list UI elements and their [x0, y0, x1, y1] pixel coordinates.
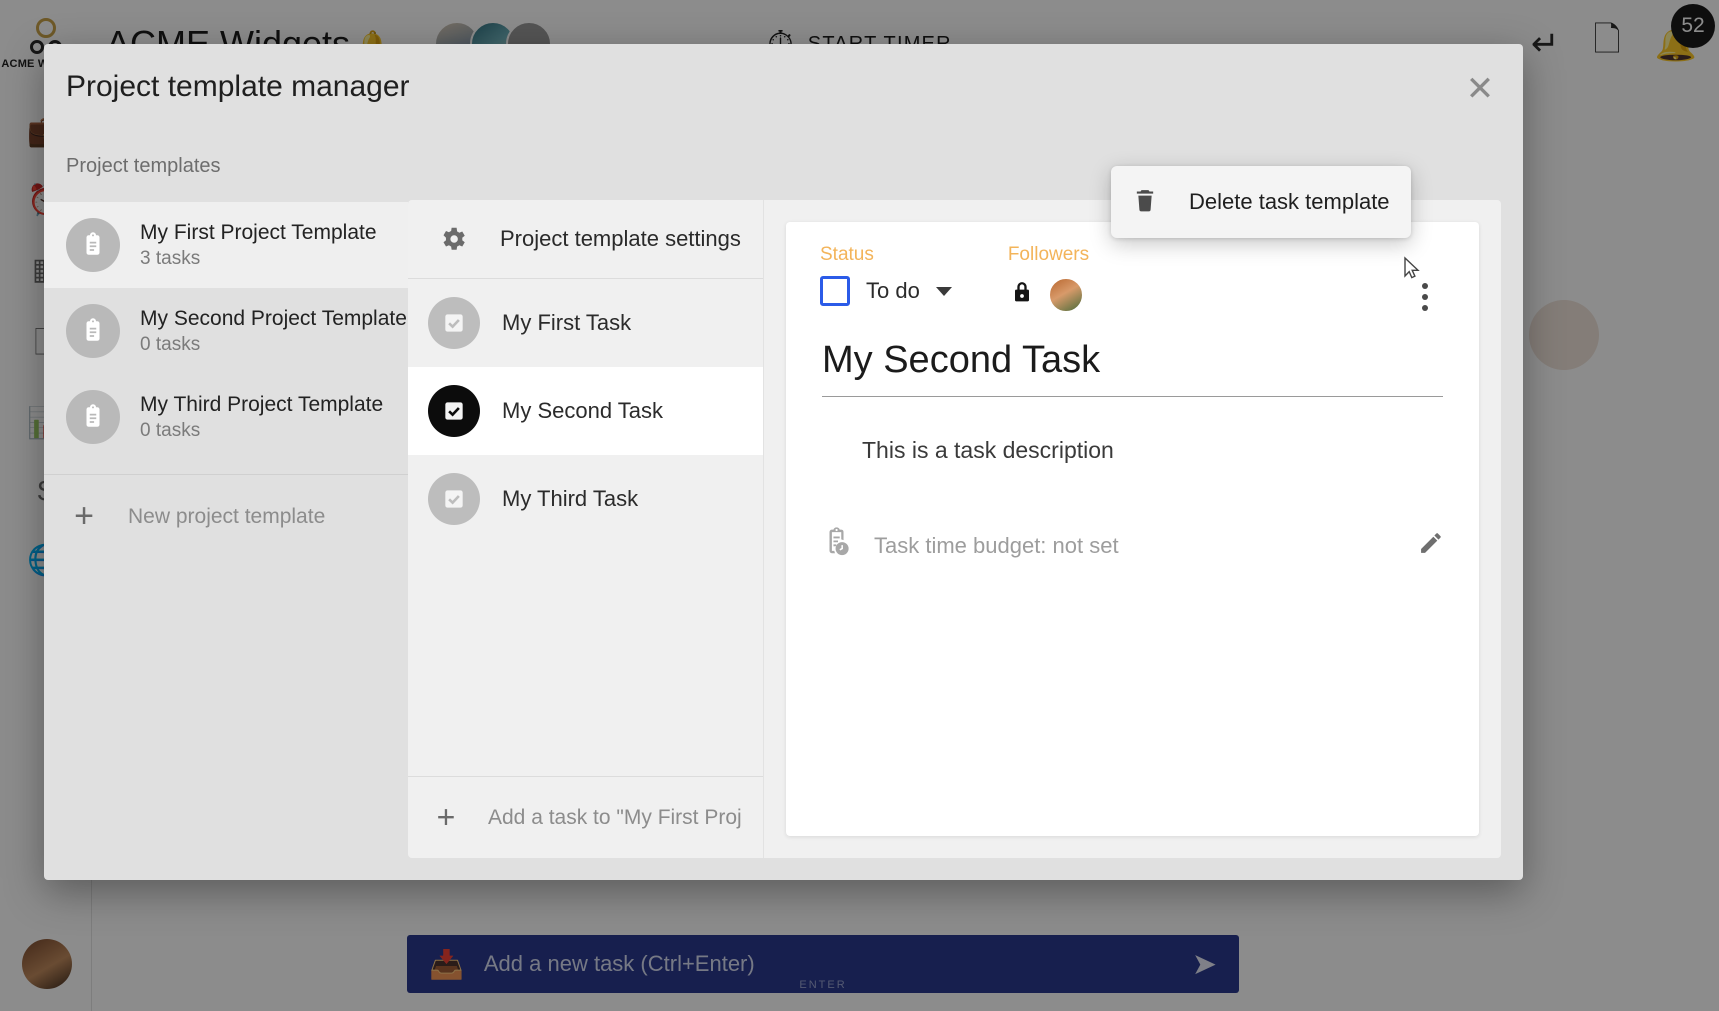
mouse-cursor [1404, 256, 1420, 279]
project-template-manager-modal: Project template manager ✕ Project templ… [44, 44, 1523, 880]
project-template-name: My First Project Template [140, 220, 377, 244]
clipboard-icon [66, 218, 120, 272]
task-detail-wrapper: Status To do Followers My Second Task Th… [764, 200, 1501, 858]
project-template-task-count: 0 tasks [140, 333, 201, 355]
project-template-settings-label: Project template settings [500, 226, 741, 251]
add-task-label: Add a task to "My First Proj [488, 805, 742, 829]
project-templates-heading: Project templates [66, 154, 221, 177]
project-templates-list: My First Project Template 3 tasks My Sec… [44, 202, 408, 880]
task-title-field-wrapper: My Second Task [820, 339, 1445, 397]
clipboard-icon [66, 304, 120, 358]
gear-icon [428, 224, 478, 254]
status-checkbox-icon[interactable] [820, 276, 850, 306]
trash-x-icon [1131, 185, 1159, 220]
task-list-item-label: My Second Task [502, 398, 664, 423]
project-template-name: My Third Project Template [140, 392, 384, 416]
chevron-down-icon [935, 286, 952, 296]
delete-task-template-label: Delete task template [1189, 189, 1390, 214]
followers-block: Followers [1008, 244, 1089, 313]
task-list-item[interactable]: My Second Task [408, 367, 763, 455]
task-list-item[interactable]: My First Task [408, 279, 763, 367]
new-project-template-button[interactable]: + New project template [44, 475, 408, 558]
status-block: Status To do [820, 244, 952, 306]
followers-label: Followers [1007, 244, 1090, 265]
task-meta-row: Status To do Followers [820, 244, 1445, 313]
new-project-template-label: New project template [128, 504, 326, 528]
project-template-texts: My Third Project Template 0 tasks [140, 393, 383, 442]
modal-header: Project template manager ✕ [44, 44, 1523, 130]
avatar[interactable] [1047, 276, 1084, 313]
task-time-budget-row[interactable]: Task time budget: not set [820, 526, 1445, 565]
plus-icon: + [436, 799, 456, 835]
modal-body: Project templates My First Project Templ… [44, 130, 1523, 880]
project-template-item[interactable]: My Third Project Template 0 tasks [44, 374, 408, 460]
delete-task-template-menu-item[interactable]: Delete task template [1111, 166, 1411, 238]
task-detail-card: Status To do Followers My Second Task Th… [786, 222, 1479, 836]
clipboard-clock-icon [820, 526, 854, 565]
project-template-texts: My First Project Template 3 tasks [140, 221, 377, 270]
pencil-icon[interactable] [1417, 529, 1445, 562]
task-list-panel: Project template settings My First Task … [408, 200, 764, 858]
lock-icon [1008, 276, 1036, 313]
add-task-button[interactable]: + Add a task to "My First Proj [408, 776, 763, 858]
project-template-name: My Second Project Template [140, 306, 407, 330]
project-template-settings-button[interactable]: Project template settings [408, 200, 763, 279]
task-title-field[interactable]: My Second Task [822, 339, 1443, 397]
task-checkbox[interactable] [428, 473, 480, 525]
project-template-item[interactable]: My First Project Template 3 tasks [44, 202, 408, 288]
task-list-item-label: My Third Task [502, 486, 639, 511]
task-checkbox[interactable] [428, 385, 480, 437]
modal-title: Project template manager [66, 70, 410, 103]
project-templates-panel: Project templates My First Project Templ… [44, 130, 408, 880]
plus-icon: + [74, 497, 94, 535]
clipboard-icon [66, 390, 120, 444]
task-list-item[interactable]: My Third Task [408, 455, 763, 543]
template-detail-panel: Project template settings My First Task … [408, 200, 1501, 858]
project-template-item[interactable]: My Second Project Template 0 tasks [44, 288, 408, 374]
status-dropdown[interactable]: To do [820, 276, 952, 306]
status-value: To do [866, 278, 920, 303]
close-icon[interactable]: ✕ [1459, 68, 1501, 110]
task-time-budget-label: Task time budget: not set [874, 532, 1119, 558]
followers-list[interactable] [1008, 276, 1089, 313]
task-checkbox[interactable] [428, 297, 480, 349]
task-items-list: My First Task My Second Task My Third Ta… [408, 279, 763, 776]
status-label: Status [820, 244, 874, 265]
project-template-task-count: 0 tasks [140, 419, 201, 441]
project-template-task-count: 3 tasks [140, 247, 201, 269]
task-description-field[interactable]: This is a task description [862, 437, 1445, 464]
task-list-item-label: My First Task [502, 310, 632, 335]
project-template-texts: My Second Project Template 0 tasks [140, 306, 407, 356]
